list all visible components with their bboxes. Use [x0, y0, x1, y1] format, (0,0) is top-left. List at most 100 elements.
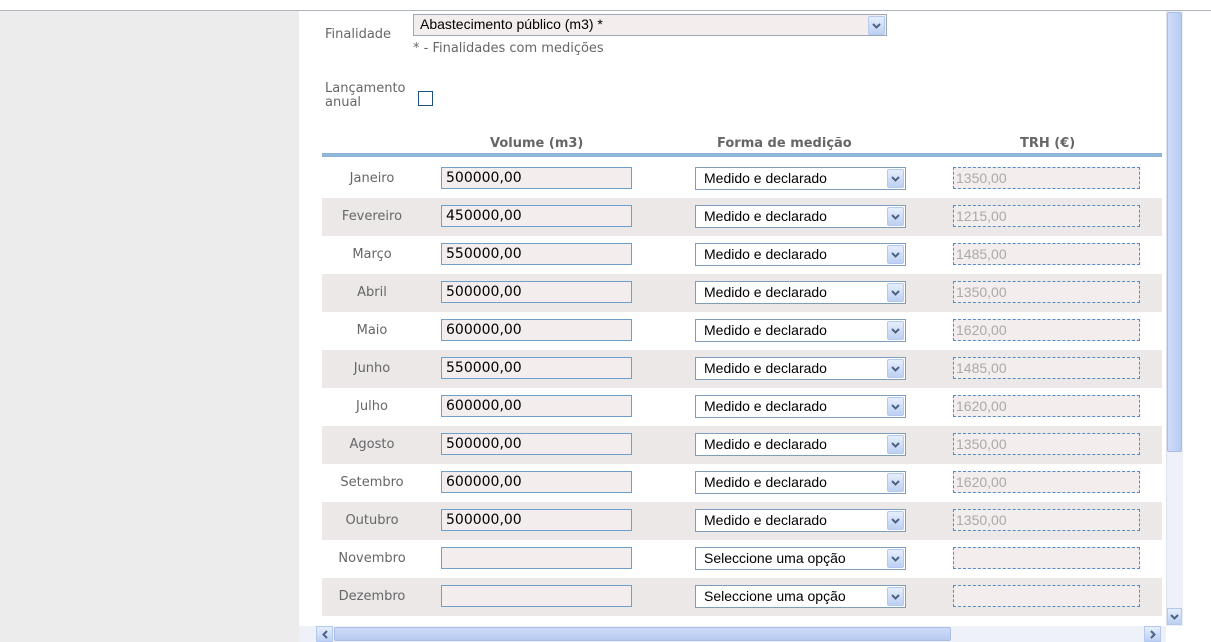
form-frame: Finalidade Abastecimento público (m3) * … [299, 11, 1166, 626]
finalidade-label: Finalidade [325, 27, 392, 42]
forma-medicao-value: Seleccione uma opção [704, 550, 846, 566]
trh-field: 1215,00 [953, 205, 1140, 227]
forma-medicao-select[interactable]: Medido e declarado [695, 357, 906, 380]
month-label: Junho [353, 361, 391, 376]
trh-field: 1620,00 [953, 471, 1140, 493]
month-label: Outubro [345, 513, 399, 528]
forma-medicao-select[interactable]: Medido e declarado [695, 433, 906, 456]
forma-medicao-select[interactable]: Medido e declarado [695, 243, 906, 266]
month-label: Novembro [338, 551, 406, 566]
finalidade-value: Abastecimento público (m3) * [420, 16, 603, 32]
chevron-down-icon[interactable] [887, 207, 904, 226]
chevron-down-icon[interactable] [887, 169, 904, 188]
volume-input[interactable]: 600000,00 [441, 471, 632, 493]
volume-input[interactable]: 500000,00 [441, 509, 632, 531]
chevron-down-icon[interactable] [887, 397, 904, 416]
chevron-down-icon[interactable] [868, 16, 885, 35]
volume-input[interactable]: 550000,00 [441, 243, 632, 265]
volume-input[interactable]: 500000,00 [441, 167, 632, 189]
table-row: Julho 600000,00 Medido e declarado 1620,00 [322, 388, 1162, 426]
month-label: Agosto [349, 437, 395, 452]
volume-input[interactable]: 550000,00 [441, 357, 632, 379]
chevron-down-icon[interactable] [887, 511, 904, 530]
trh-field: 1485,00 [953, 357, 1140, 379]
month-label: Maio [356, 323, 388, 338]
chevron-down-icon[interactable] [887, 283, 904, 302]
forma-medicao-value: Medido e declarado [704, 398, 827, 414]
forma-medicao-select[interactable]: Medido e declarado [695, 205, 906, 228]
month-label: Dezembro [338, 589, 406, 604]
column-header-volume: Volume (m3) [490, 136, 584, 151]
lancamento-anual-checkbox[interactable] [418, 91, 433, 106]
volume-input[interactable]: 500000,00 [441, 433, 632, 455]
volume-input[interactable] [441, 547, 632, 569]
forma-medicao-select[interactable]: Medido e declarado [695, 281, 906, 304]
forma-medicao-value: Medido e declarado [704, 436, 827, 452]
trh-field: 1620,00 [953, 319, 1140, 341]
table-header: Volume (m3) Forma de medição TRH (€) [322, 133, 1162, 157]
volume-input[interactable]: 600000,00 [441, 319, 632, 341]
chevron-down-icon[interactable] [887, 359, 904, 378]
month-label: Março [352, 247, 392, 262]
chevron-down-icon[interactable] [887, 473, 904, 492]
chevron-down-icon[interactable] [887, 321, 904, 340]
forma-medicao-select[interactable]: Medido e declarado [695, 471, 906, 494]
forma-medicao-select[interactable]: Medido e declarado [695, 167, 906, 190]
volume-input[interactable] [441, 585, 632, 607]
forma-medicao-value: Medido e declarado [704, 512, 827, 528]
arrow-right-icon[interactable] [1144, 626, 1161, 642]
forma-medicao-select[interactable]: Medido e declarado [695, 509, 906, 532]
forma-medicao-select[interactable]: Seleccione uma opção [695, 585, 906, 608]
table-row: Fevereiro 450000,00 Medido e declarado 1215… [322, 198, 1162, 236]
trh-field: 1350,00 [953, 281, 1140, 303]
forma-medicao-select[interactable]: Seleccione uma opção [695, 547, 906, 570]
table-row: Abril 500000,00 Medido e declarado 1350,00 [322, 274, 1162, 312]
forma-medicao-value: Medido e declarado [704, 246, 827, 262]
trh-field [953, 547, 1140, 569]
arrow-down-icon[interactable] [1167, 608, 1182, 625]
trh-field: 1350,00 [953, 433, 1140, 455]
volume-input[interactable]: 600000,00 [441, 395, 632, 417]
vertical-scroll-thumb[interactable] [1167, 12, 1182, 452]
table-row: Maio 600000,00 Medido e declarado 1620,00 [322, 312, 1162, 350]
trh-field [953, 585, 1140, 607]
month-label: Abril [357, 285, 387, 300]
trh-field: 1350,00 [953, 509, 1140, 531]
forma-medicao-value: Seleccione uma opção [704, 588, 846, 604]
table-row: Março 550000,00 Medido e declarado 1485,00 [322, 236, 1162, 274]
left-panel [0, 11, 299, 642]
arrow-left-icon[interactable] [316, 626, 333, 642]
column-header-trh: TRH (€) [1020, 136, 1076, 151]
chevron-down-icon[interactable] [887, 549, 904, 568]
forma-medicao-value: Medido e declarado [704, 474, 827, 490]
trh-field: 1350,00 [953, 167, 1140, 189]
chevron-down-icon[interactable] [887, 587, 904, 606]
table-row: Setembro 600000,00 Medido e declarado 1620,… [322, 464, 1162, 502]
chevron-down-icon[interactable] [887, 435, 904, 454]
column-header-forma: Forma de medição [717, 136, 852, 151]
trh-field: 1485,00 [953, 243, 1140, 265]
table-row: Janeiro 500000,00 Medido e declarado 1350,0… [322, 160, 1162, 198]
volume-input[interactable]: 450000,00 [441, 205, 632, 227]
trh-field: 1620,00 [953, 395, 1140, 417]
table-row: Dezembro Seleccione uma opção [322, 578, 1162, 616]
month-label: Setembro [340, 475, 404, 490]
forma-medicao-select[interactable]: Medido e declarado [695, 319, 906, 342]
finalidade-hint: * - Finalidades com medições [413, 41, 604, 56]
forma-medicao-value: Medido e declarado [704, 170, 827, 186]
volume-input[interactable]: 500000,00 [441, 281, 632, 303]
chevron-down-icon[interactable] [887, 245, 904, 264]
month-label: Julho [356, 399, 388, 414]
forma-medicao-select[interactable]: Medido e declarado [695, 395, 906, 418]
lancamento-anual-label: Lançamento anual [325, 81, 406, 110]
table-row: Junho 550000,00 Medido e declarado 1485,00 [322, 350, 1162, 388]
table-row: Outubro 500000,00 Medido e declarado 1350,0… [322, 502, 1162, 540]
forma-medicao-value: Medido e declarado [704, 284, 827, 300]
month-label: Janeiro [349, 171, 395, 186]
finalidade-select[interactable]: Abastecimento público (m3) * [413, 14, 887, 36]
table-row: Novembro Seleccione uma opção [322, 540, 1162, 578]
month-label: Fevereiro [341, 209, 403, 224]
table-row: Agosto 500000,00 Medido e declarado 1350,00 [322, 426, 1162, 464]
forma-medicao-value: Medido e declarado [704, 208, 827, 224]
horizontal-scroll-thumb[interactable] [334, 627, 951, 641]
